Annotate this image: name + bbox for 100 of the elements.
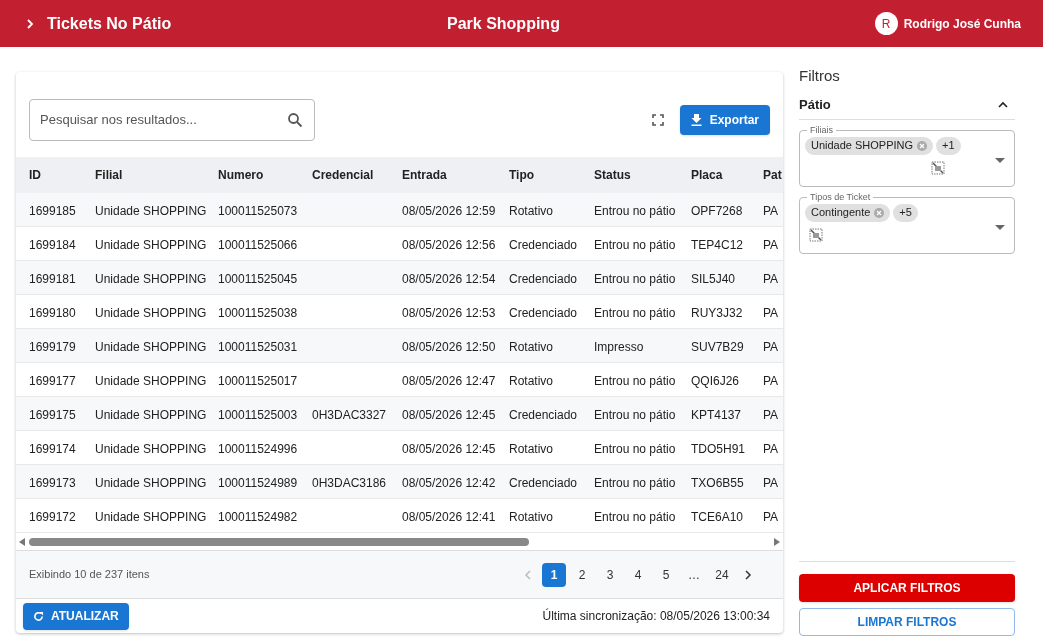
apply-filters-button[interactable]: APLICAR FILTROS [799, 574, 1015, 602]
table-cell: Entrou no pátio [594, 475, 676, 490]
table-cell: QQI6J26 [691, 373, 740, 388]
table-cell: 1699181 [29, 271, 76, 286]
table-cell: Unidade SHOPPING [95, 271, 207, 286]
chevron-right-icon[interactable] [24, 17, 36, 30]
column-header[interactable]: ID [29, 166, 95, 184]
column-header[interactable]: Filial [95, 166, 218, 184]
site-title: Park Shopping [447, 13, 560, 34]
page-button[interactable]: 5 [654, 562, 678, 587]
more-chip[interactable]: +5 [893, 203, 918, 222]
table-cell: 1699180 [29, 305, 76, 320]
more-chip[interactable]: +1 [936, 136, 961, 155]
fullscreen-icon[interactable] [651, 113, 664, 126]
chevron-up-icon[interactable] [997, 100, 1009, 109]
filter-chip[interactable]: Unidade SHOPPING [805, 136, 934, 155]
table-cell: PA [763, 441, 779, 456]
table-cell: 08/05/2026 12:42 [402, 475, 496, 490]
table-cell: Unidade SHOPPING [95, 373, 207, 388]
table-cell: 100011524982 [218, 509, 298, 524]
table-cell: Rotativo [509, 339, 554, 354]
table-cell: 08/05/2026 12:54 [402, 271, 496, 286]
table-cell: 100011525017 [218, 373, 298, 388]
table-cell: Entrou no pátio [594, 271, 676, 286]
column-header[interactable]: Credencial [312, 166, 402, 184]
table-cell: Entrou no pátio [594, 305, 676, 320]
table-cell: SUV7B29 [691, 339, 744, 354]
table-cell: 100011524996 [218, 441, 298, 456]
table-cell: Entrou no pátio [594, 373, 676, 388]
table-cell: Rotativo [509, 441, 554, 456]
download-icon [690, 113, 702, 126]
table-cell: PA [763, 407, 779, 422]
table-cell: 1699174 [29, 441, 76, 456]
search-field[interactable]: Pesquisar nos resultados... [29, 98, 315, 141]
table-cell: Credenciado [509, 237, 578, 252]
table-cell: 100011525066 [218, 237, 298, 252]
table-cell: Unidade SHOPPING [95, 339, 207, 354]
page-button[interactable]: 3 [598, 562, 622, 587]
column-header[interactable]: Pat [763, 166, 783, 184]
page-button[interactable]: 4 [626, 562, 650, 587]
horizontal-scrollbar[interactable] [29, 537, 529, 546]
table-cell: Entrou no pátio [594, 203, 676, 218]
table-cell: OPF7268 [691, 203, 743, 218]
column-header[interactable]: Placa [691, 166, 763, 184]
table-cell: TDO5H91 [691, 441, 746, 456]
export-button[interactable]: Exportar [679, 104, 770, 135]
dropdown-arrow-icon[interactable] [995, 225, 1005, 231]
column-header[interactable]: Entrada [402, 166, 509, 184]
table-cell: 08/05/2026 12:50 [402, 339, 496, 354]
table-cell: Credenciado [509, 305, 578, 320]
table-cell: PA [763, 203, 779, 218]
sync-status: Última sincronização: 08/05/2026 13:00:34 [542, 607, 770, 625]
table-cell: PA [763, 373, 779, 388]
scroll-right-icon[interactable] [774, 537, 780, 546]
table-cell: TXO6B55 [691, 475, 744, 490]
table-cell: 1699177 [29, 373, 76, 388]
table-cell: 0H3DAC3327 [312, 407, 387, 422]
table-cell: Unidade SHOPPING [95, 407, 207, 422]
column-header[interactable]: Status [594, 166, 691, 184]
user-avatar[interactable]: R [874, 12, 898, 35]
table-cell: 0H3DAC3186 [312, 475, 387, 490]
table-cell: 100011525003 [218, 407, 298, 422]
table-cell: 08/05/2026 12:41 [402, 509, 496, 524]
table-cell: PA [763, 305, 779, 320]
table-cell: Entrou no pátio [594, 509, 676, 524]
user-name: Rodrigo José Cunha [903, 15, 1021, 33]
search-icon[interactable] [287, 111, 303, 128]
table-cell: 1699175 [29, 407, 76, 422]
table-cell: Rotativo [509, 373, 554, 388]
column-header[interactable]: Tipo [509, 166, 594, 184]
table-cell: Impresso [594, 339, 644, 354]
items-summary: Exibindo 10 de 237 itens [29, 567, 150, 583]
table-cell: PA [763, 509, 779, 524]
table-cell: TEP4C12 [691, 237, 744, 252]
table-cell: Unidade SHOPPING [95, 441, 207, 456]
table-cell: 1699179 [29, 339, 76, 354]
table-cell: Rotativo [509, 203, 554, 218]
table-cell: 08/05/2026 12:45 [402, 407, 496, 422]
table-cell: 100011525073 [218, 203, 298, 218]
table-cell: 08/05/2026 12:45 [402, 441, 496, 456]
table-cell: Unidade SHOPPING [95, 305, 207, 320]
table-cell: Entrou no pátio [594, 237, 676, 252]
page-button[interactable]: 2 [570, 562, 594, 587]
column-header[interactable]: Numero [218, 166, 312, 184]
table-cell: 1699185 [29, 203, 76, 218]
page-button[interactable]: 1 [542, 562, 566, 587]
table-cell: 1699173 [29, 475, 76, 490]
table-cell: Credenciado [509, 407, 578, 422]
page-button[interactable]: … [682, 562, 706, 587]
refresh-button[interactable]: ATUALIZAR [23, 602, 129, 630]
table-cell: Unidade SHOPPING [95, 203, 207, 218]
table-cell: 1699184 [29, 237, 76, 252]
table-cell: PA [763, 475, 779, 490]
page-button[interactable]: 24 [710, 562, 734, 587]
table-cell: 100011525031 [218, 339, 298, 354]
dropdown-arrow-icon[interactable] [995, 158, 1005, 164]
scroll-left-icon[interactable] [19, 537, 25, 546]
clear-filters-button[interactable]: LIMPAR FILTROS [799, 608, 1015, 636]
filter-chip[interactable]: Contingente [805, 203, 891, 222]
section-title: Pátio [799, 95, 831, 114]
